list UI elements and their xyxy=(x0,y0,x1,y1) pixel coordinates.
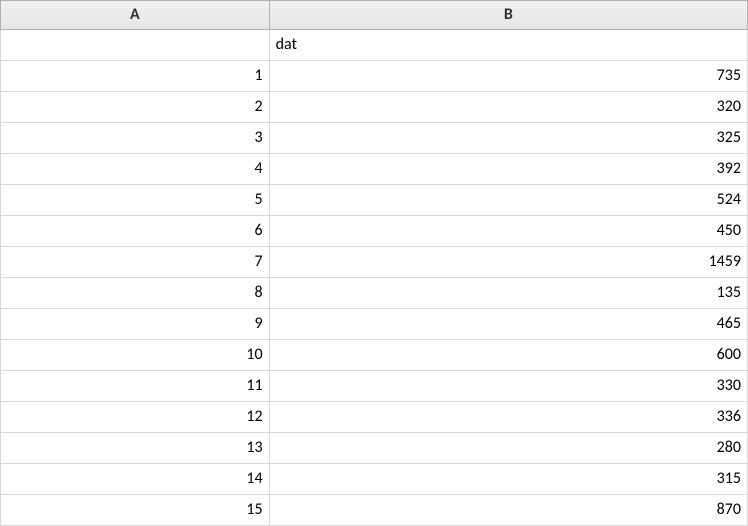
cell-a[interactable]: 11 xyxy=(1,371,270,402)
cell-b[interactable]: 524 xyxy=(269,185,747,216)
table-row: 11330 xyxy=(1,371,748,402)
table-row: 10600 xyxy=(1,340,748,371)
cell-b[interactable]: 870 xyxy=(269,495,747,526)
cell-a[interactable]: 9 xyxy=(1,309,270,340)
cell-a[interactable] xyxy=(1,30,270,61)
cell-b[interactable]: 315 xyxy=(269,464,747,495)
table-row: 2320 xyxy=(1,92,748,123)
spreadsheet-grid[interactable]: A B dat173523203325439255246450714598135… xyxy=(0,0,748,526)
cell-a[interactable]: 14 xyxy=(1,464,270,495)
cell-b[interactable]: 320 xyxy=(269,92,747,123)
cell-b[interactable]: 735 xyxy=(269,61,747,92)
cell-b[interactable]: 450 xyxy=(269,216,747,247)
table-row: dat xyxy=(1,30,748,61)
cell-b[interactable]: 1459 xyxy=(269,247,747,278)
cell-b[interactable]: 392 xyxy=(269,154,747,185)
table-row: 8135 xyxy=(1,278,748,309)
table-row: 5524 xyxy=(1,185,748,216)
column-header-a[interactable]: A xyxy=(1,1,270,30)
cell-b[interactable]: 325 xyxy=(269,123,747,154)
column-header-b[interactable]: B xyxy=(269,1,747,30)
table-row: 3325 xyxy=(1,123,748,154)
table-row: 9465 xyxy=(1,309,748,340)
cell-a[interactable]: 13 xyxy=(1,433,270,464)
cell-a[interactable]: 2 xyxy=(1,92,270,123)
table-row: 14315 xyxy=(1,464,748,495)
table-row: 15870 xyxy=(1,495,748,526)
table-row: 12336 xyxy=(1,402,748,433)
cell-a[interactable]: 7 xyxy=(1,247,270,278)
column-header-row: A B xyxy=(1,1,748,30)
cell-b[interactable]: 280 xyxy=(269,433,747,464)
cell-b[interactable]: 330 xyxy=(269,371,747,402)
cell-a[interactable]: 10 xyxy=(1,340,270,371)
cell-b[interactable]: 600 xyxy=(269,340,747,371)
table-row: 6450 xyxy=(1,216,748,247)
cell-a[interactable]: 12 xyxy=(1,402,270,433)
cell-a[interactable]: 4 xyxy=(1,154,270,185)
cell-a[interactable]: 15 xyxy=(1,495,270,526)
cell-b[interactable]: 336 xyxy=(269,402,747,433)
cell-a[interactable]: 3 xyxy=(1,123,270,154)
table-row: 4392 xyxy=(1,154,748,185)
table-row: 1735 xyxy=(1,61,748,92)
cell-a[interactable]: 6 xyxy=(1,216,270,247)
cell-a[interactable]: 1 xyxy=(1,61,270,92)
cell-b[interactable]: 135 xyxy=(269,278,747,309)
cell-b[interactable]: 465 xyxy=(269,309,747,340)
cell-a[interactable]: 5 xyxy=(1,185,270,216)
cell-a[interactable]: 8 xyxy=(1,278,270,309)
table-row: 71459 xyxy=(1,247,748,278)
cell-b[interactable]: dat xyxy=(269,30,747,61)
table-row: 13280 xyxy=(1,433,748,464)
